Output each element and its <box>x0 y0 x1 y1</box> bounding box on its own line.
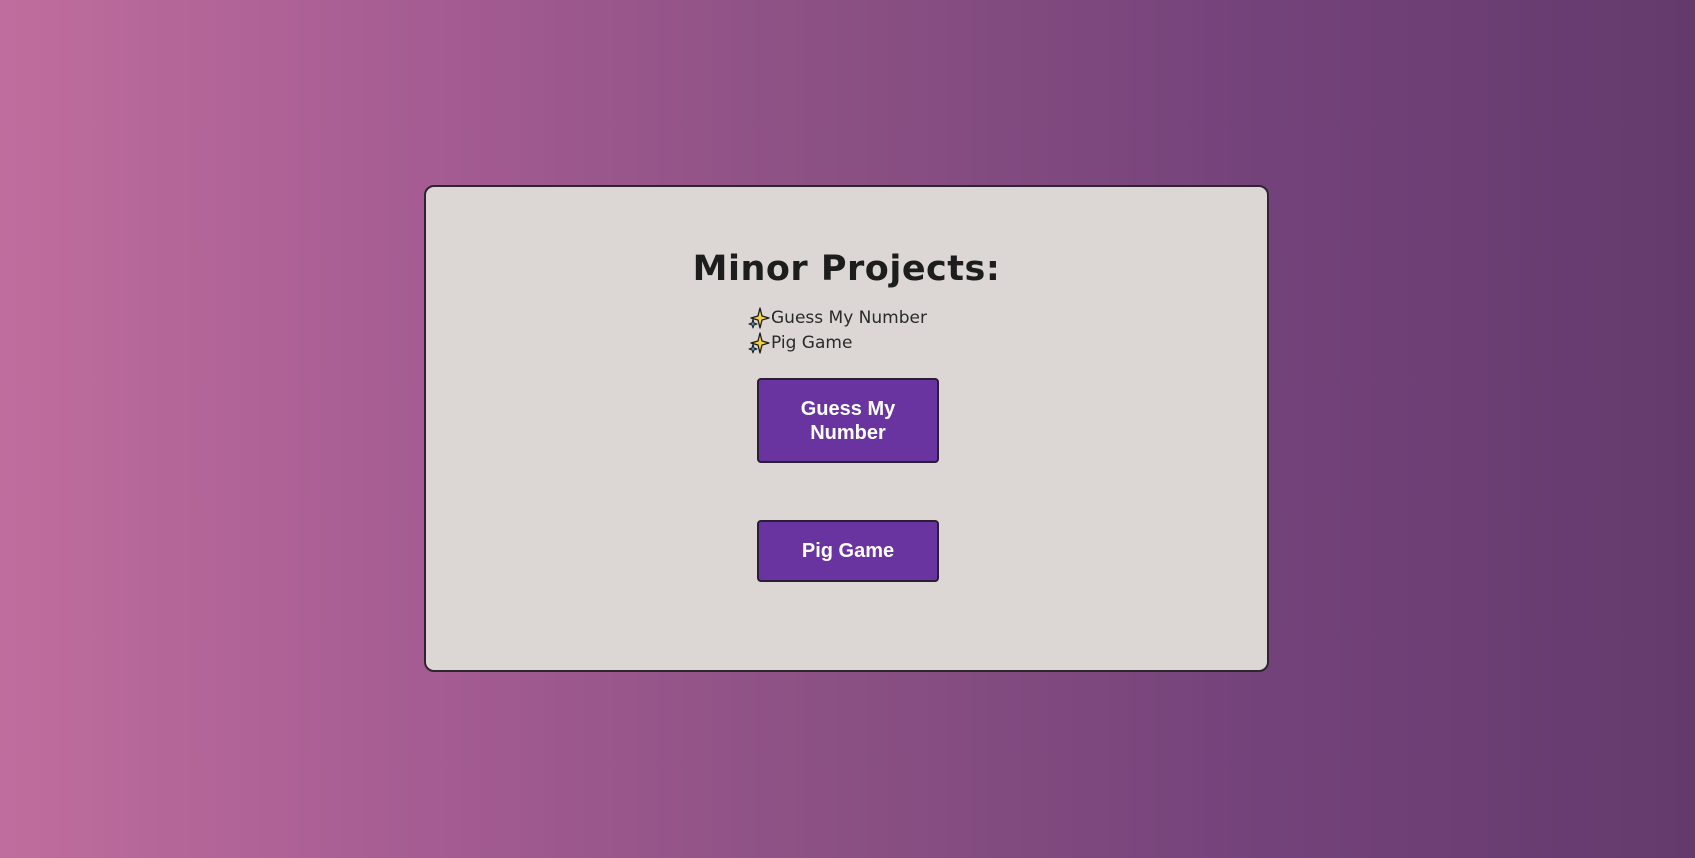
list-item-label: Guess My Number <box>771 307 927 328</box>
projects-card: Minor Projects: Guess My Number Pig Game… <box>424 185 1269 672</box>
list-item-label: Pig Game <box>771 332 853 353</box>
sparkles-icon <box>748 306 770 329</box>
list-item: Pig Game <box>748 330 927 355</box>
page-title: Minor Projects: <box>692 249 1001 289</box>
pig-game-button[interactable]: Pig Game <box>757 520 939 582</box>
list-item: Guess My Number <box>748 305 927 330</box>
projects-list: Guess My Number Pig Game <box>748 305 927 355</box>
sparkles-icon <box>748 331 770 354</box>
guess-my-number-button[interactable]: Guess My Number <box>757 378 939 463</box>
